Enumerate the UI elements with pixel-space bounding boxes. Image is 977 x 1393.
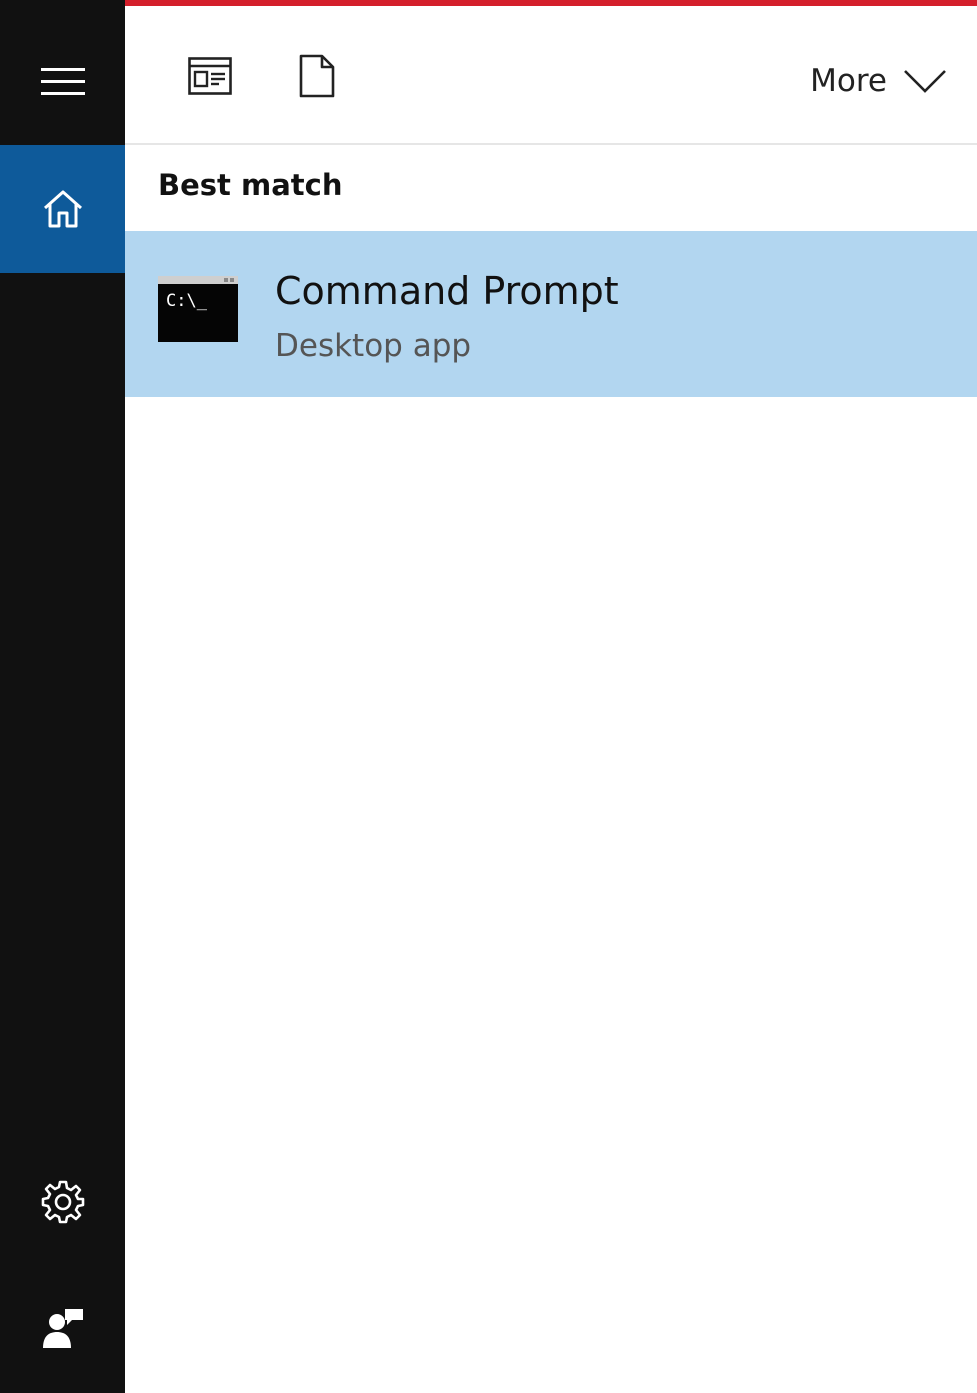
chevron-down-icon — [904, 70, 946, 93]
more-filters-button[interactable]: More — [810, 56, 947, 106]
more-label: More — [810, 63, 887, 99]
document-icon — [299, 54, 335, 98]
menu-button[interactable] — [0, 18, 125, 146]
search-panel: More Best match C:\_ Command Prompt Desk… — [0, 0, 977, 1393]
home-icon — [43, 190, 82, 228]
apps-filter-button[interactable] — [180, 46, 240, 106]
home-button[interactable] — [0, 145, 125, 273]
section-title: Best match — [158, 168, 343, 202]
apps-filter-icon — [188, 57, 232, 95]
command-prompt-icon-text: C:\_ — [166, 291, 208, 311]
best-match-result[interactable]: C:\_ Command Prompt Desktop app — [125, 231, 977, 397]
result-subtitle: Desktop app — [275, 328, 472, 364]
filter-toolbar: More — [125, 6, 977, 145]
feedback-button[interactable] — [0, 1265, 125, 1393]
settings-button[interactable] — [0, 1138, 125, 1266]
sidebar — [0, 0, 125, 1393]
hamburger-icon — [40, 68, 85, 95]
feedback-icon — [42, 1309, 83, 1348]
documents-filter-button[interactable] — [287, 46, 347, 106]
command-prompt-icon: C:\_ — [158, 276, 238, 342]
result-title: Command Prompt — [275, 269, 619, 313]
gear-icon — [41, 1180, 84, 1224]
